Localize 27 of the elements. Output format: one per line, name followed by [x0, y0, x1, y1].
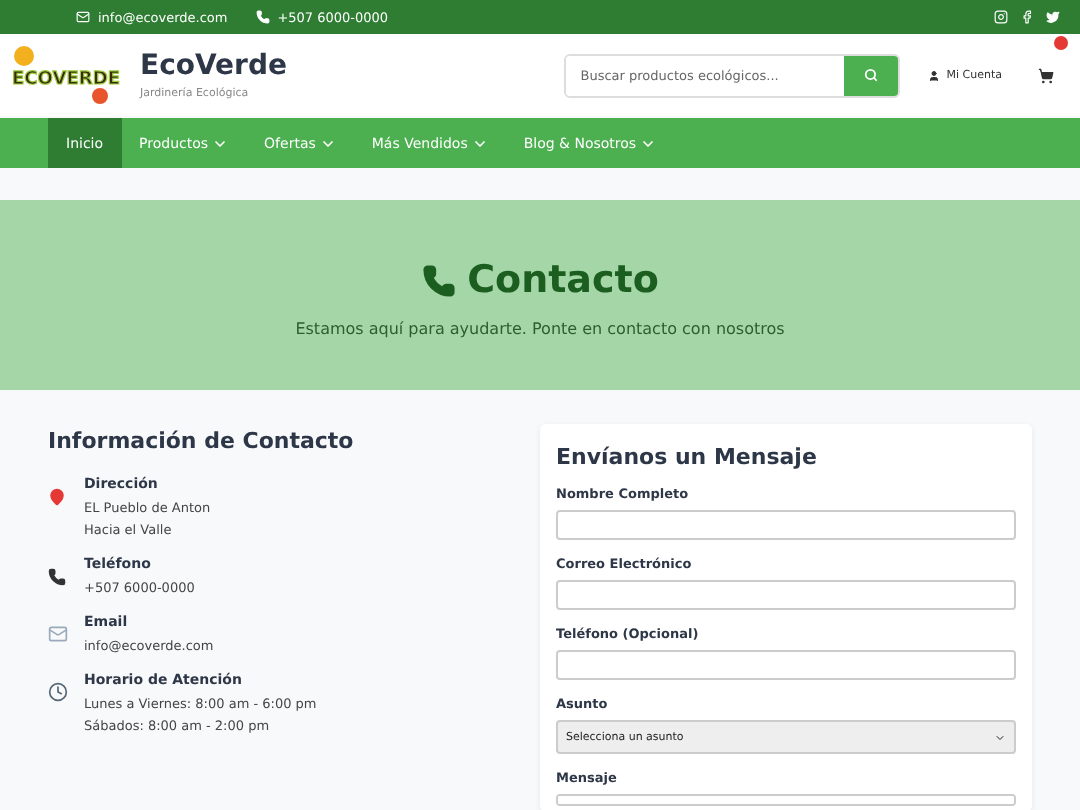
search-button[interactable]	[844, 55, 899, 95]
phone-icon	[255, 10, 270, 24]
form-title: Envíanos un Mensaje	[556, 444, 819, 470]
search-icon	[864, 68, 879, 82]
hero-subtitle: Estamos aquí para ayudarte. Ponte en contacto con nosotros	[295, 320, 785, 338]
mail-icon	[48, 624, 68, 644]
instagram-icon[interactable]	[994, 10, 1008, 24]
cart-icon	[1038, 67, 1054, 83]
mail-icon	[76, 10, 90, 24]
clock-icon	[48, 682, 68, 702]
map-pin-icon	[48, 488, 66, 506]
logo[interactable]: ECOVERDE	[8, 43, 124, 107]
message-field[interactable]	[556, 794, 1016, 806]
facebook-icon[interactable]	[1020, 10, 1034, 24]
input-field[interactable]	[556, 650, 1016, 680]
phone-icon	[421, 263, 456, 297]
chevron-down-icon	[994, 731, 1006, 743]
section-title: Información de Contacto	[48, 428, 356, 454]
twitter-icon[interactable]	[1046, 10, 1060, 24]
page-title: Contacto	[467, 258, 659, 302]
cart-badge	[1054, 36, 1068, 50]
cart-button[interactable]	[1038, 67, 1054, 83]
input-field[interactable]	[556, 580, 1016, 610]
input-field[interactable]	[556, 510, 1016, 540]
phone-icon	[48, 568, 66, 586]
user-icon	[928, 69, 941, 81]
brand-name: EcoVerde	[140, 50, 287, 82]
